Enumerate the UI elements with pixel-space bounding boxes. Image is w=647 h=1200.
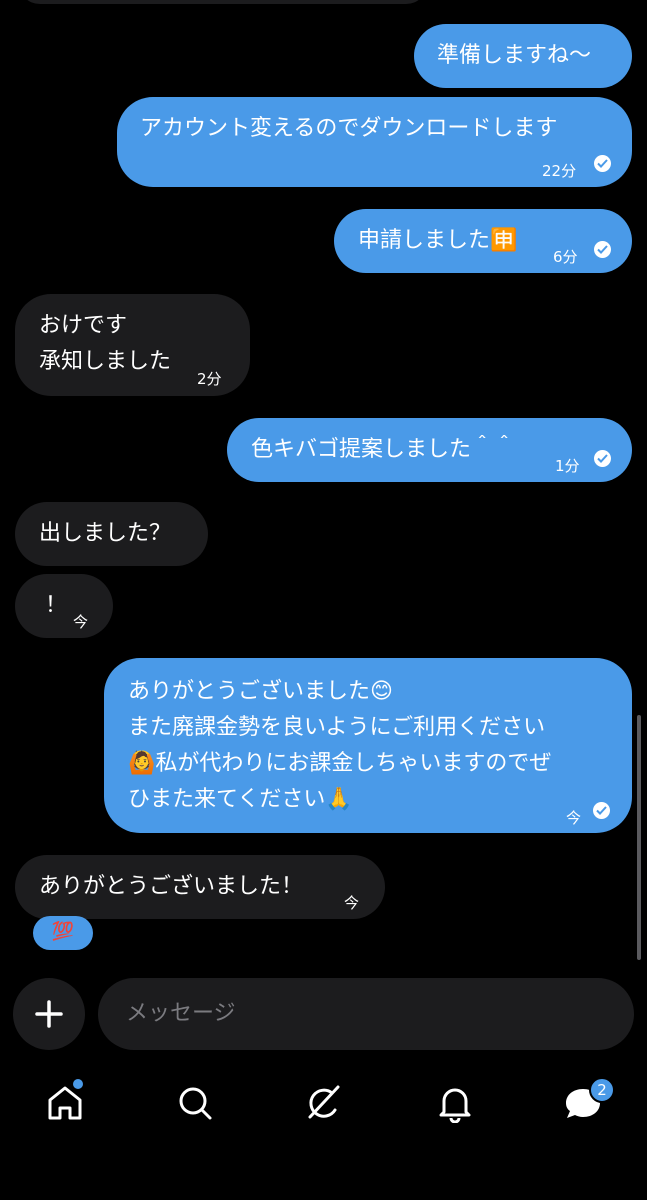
message-text: 🙆私が代わりにお課金しちゃいますのでぜ bbox=[128, 751, 552, 776]
home-notification-dot bbox=[73, 1079, 83, 1089]
message-text: ひまた来てください🙏 bbox=[128, 787, 353, 812]
message-text: また廃課金勢を良いようにご利用ください bbox=[128, 715, 546, 740]
read-check-icon bbox=[593, 802, 610, 819]
grok-tab[interactable] bbox=[304, 1083, 344, 1123]
message-text: ありがとうございました！ bbox=[39, 874, 304, 899]
messages-badge: 2 bbox=[589, 1077, 615, 1103]
outgoing-message[interactable]: 色キバゴ提案しました＾＾ 1分 bbox=[227, 418, 632, 482]
incoming-message[interactable]: ！ 今 bbox=[15, 574, 113, 638]
outgoing-message[interactable]: 準備しますね〜 bbox=[414, 24, 632, 88]
incoming-message[interactable]: 出しました？ bbox=[15, 502, 208, 566]
message-timestamp: 今 bbox=[344, 894, 360, 912]
add-attachment-button[interactable] bbox=[13, 978, 85, 1050]
outgoing-message[interactable]: アカウント変えるのでダウンロードします 22分 bbox=[117, 97, 632, 187]
message-input[interactable]: メッセージ bbox=[98, 978, 634, 1050]
message-timestamp: 今 bbox=[566, 809, 582, 827]
reaction-emoji: 💯 bbox=[51, 921, 75, 942]
message-text: 色キバゴ提案しました＾＾ bbox=[251, 437, 516, 462]
message-text: アカウント変えるのでダウンロードします bbox=[140, 116, 558, 141]
message-timestamp: 今 bbox=[73, 613, 89, 631]
read-check-icon bbox=[594, 241, 611, 258]
outgoing-message[interactable]: 申請しました🈸 6分 bbox=[334, 209, 632, 273]
bell-icon bbox=[439, 1088, 471, 1124]
message-timestamp: 1分 bbox=[555, 457, 580, 475]
incoming-message[interactable]: おけです 承知しました 2分 bbox=[15, 294, 250, 396]
scrollbar[interactable] bbox=[637, 715, 641, 960]
home-icon bbox=[48, 1086, 82, 1120]
message-text: おけです bbox=[39, 313, 128, 338]
plus-icon bbox=[35, 1000, 63, 1028]
notifications-tab[interactable] bbox=[435, 1083, 475, 1124]
message-text: 出しました？ bbox=[39, 521, 172, 546]
message-text: ！ bbox=[45, 593, 68, 618]
previous-message-bubble bbox=[18, 0, 428, 4]
read-check-icon bbox=[594, 155, 611, 172]
home-tab[interactable] bbox=[45, 1079, 85, 1123]
search-tab[interactable] bbox=[175, 1083, 215, 1123]
outgoing-message[interactable]: ありがとうございました😊 また廃課金勢を良いようにご利用ください 🙆私が代わりに… bbox=[104, 658, 632, 833]
bottom-navigation: 2 bbox=[0, 1065, 647, 1200]
read-check-icon bbox=[594, 450, 611, 467]
message-timestamp: 6分 bbox=[553, 248, 578, 266]
grok-icon bbox=[308, 1085, 340, 1119]
messages-tab[interactable]: 2 bbox=[563, 1077, 615, 1123]
message-text: 申請しました🈸 bbox=[358, 228, 518, 253]
message-input-placeholder: メッセージ bbox=[126, 1001, 236, 1026]
reaction-badge[interactable]: 💯 bbox=[33, 916, 93, 950]
search-icon bbox=[179, 1087, 212, 1120]
message-timestamp: 2分 bbox=[197, 370, 222, 388]
message-timestamp: 22分 bbox=[542, 162, 577, 180]
message-text: 準備しますね〜 bbox=[437, 43, 592, 68]
incoming-message[interactable]: ありがとうございました！ 今 bbox=[15, 855, 385, 919]
message-text: ありがとうございました😊 bbox=[128, 679, 393, 704]
